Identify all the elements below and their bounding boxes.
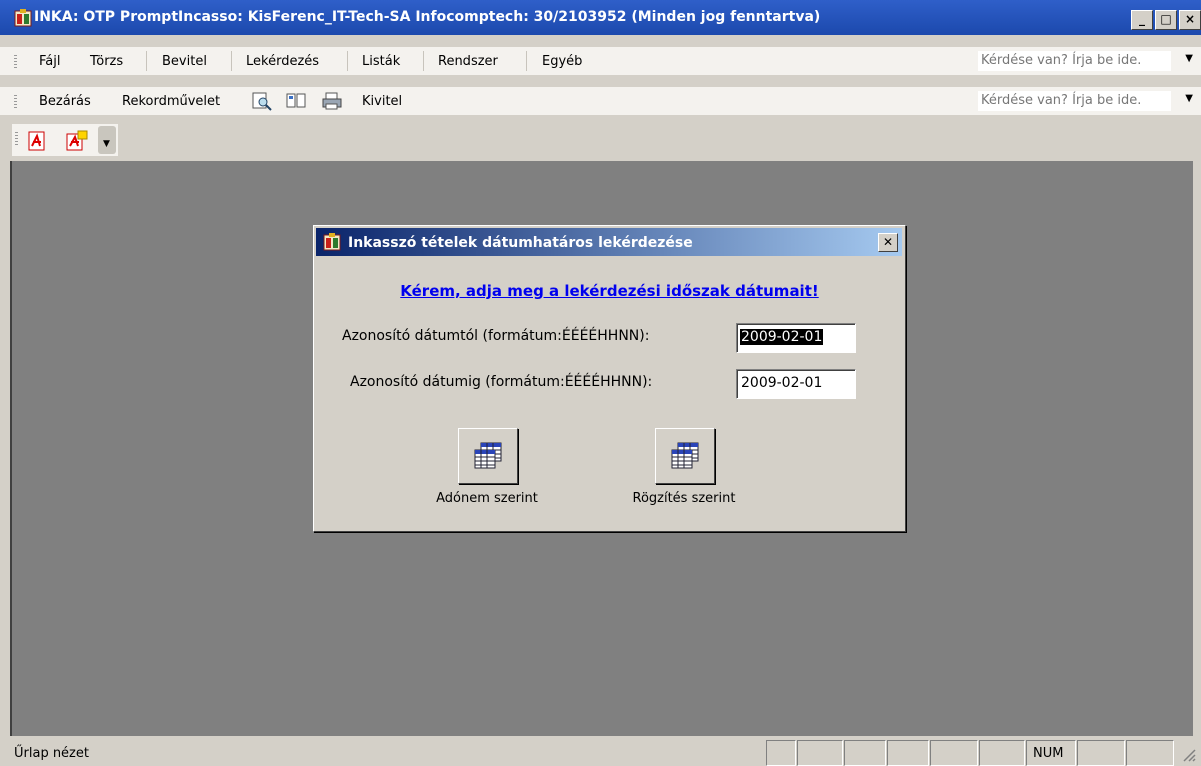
toolbar-grip-icon[interactable] — [14, 95, 17, 109]
by-tax-type-button[interactable] — [458, 428, 518, 484]
toolbar-options-icon[interactable]: ▼ — [98, 126, 116, 154]
from-date-input[interactable]: 2009-02-01 — [736, 323, 856, 353]
menu-bar: Fájl Törzs Bevitel Lekérdezés Listák Ren… — [0, 47, 1201, 75]
maximize-button[interactable]: □ — [1155, 10, 1177, 30]
by-tax-type-label: Adónem szerint — [436, 491, 538, 506]
status-cell — [887, 740, 929, 766]
menu-listak[interactable]: Listák — [362, 54, 400, 69]
pdf-toolbar: ▼ — [12, 124, 118, 156]
status-bar: Űrlap nézet NUM — [0, 738, 1201, 766]
pdf-toolbar-grip-icon[interactable] — [15, 132, 18, 146]
dialog-prompt: Kérem, adja meg a lekérdezési időszak dá… — [400, 282, 819, 300]
status-cell — [766, 740, 796, 766]
help-dropdown-icon[interactable]: ▼ — [1185, 93, 1193, 104]
dialog-crest-icon — [323, 233, 341, 251]
print-preview-icon[interactable] — [251, 91, 273, 111]
menubar-grip-icon[interactable] — [14, 55, 17, 69]
menu-file[interactable]: Fájl — [39, 54, 60, 69]
date-range-dialog: Inkasszó tételek dátumhatáros lekérdezés… — [313, 225, 906, 532]
to-date-value: 2009-02-01 — [741, 375, 823, 391]
status-cell — [1126, 740, 1174, 766]
record-operations-button[interactable]: Rekordművelet — [122, 94, 220, 109]
from-date-label: Azonosító dátumtól (formátum:ÉÉÉÉHHNN): — [342, 328, 650, 344]
dialog-title: Inkasszó tételek dátumhatáros lekérdezés… — [348, 235, 693, 251]
status-cell — [1077, 740, 1125, 766]
two-pages-icon[interactable] — [285, 91, 307, 111]
menu-bevitel[interactable]: Bevitel — [162, 54, 207, 69]
window-title: INKA: OTP PromptIncasso: KisFerenc_IT-Te… — [34, 9, 821, 25]
window-titlebar: INKA: OTP PromptIncasso: KisFerenc_IT-Te… — [0, 0, 1201, 35]
close-button[interactable]: × — [1179, 10, 1201, 30]
help-dropdown-icon[interactable]: ▼ — [1185, 53, 1193, 64]
status-cell — [979, 740, 1025, 766]
dialog-close-button[interactable]: ✕ — [878, 233, 898, 252]
app-crest-icon — [14, 9, 32, 27]
print-icon[interactable] — [321, 91, 343, 111]
to-date-label: Azonosító dátumig (formátum:ÉÉÉÉHHNN): — [350, 374, 653, 390]
export-button[interactable]: Kivitel — [362, 94, 402, 109]
minimize-button[interactable]: _ — [1131, 10, 1153, 30]
by-entry-button[interactable] — [655, 428, 715, 484]
help-search-input-2[interactable]: Kérdése van? Írja be ide. — [978, 91, 1171, 111]
table-icon — [474, 442, 502, 469]
menu-separator — [231, 51, 232, 71]
resize-grip-icon[interactable] — [1180, 746, 1196, 762]
menu-separator — [146, 51, 147, 71]
status-text: Űrlap nézet — [14, 746, 89, 761]
status-cell — [844, 740, 886, 766]
num-lock-text: NUM — [1033, 746, 1064, 761]
num-lock-indicator: NUM — [1026, 740, 1076, 766]
help-search-input[interactable]: Kérdése van? Írja be ide. — [978, 51, 1171, 71]
menu-rendszer[interactable]: Rendszer — [438, 54, 498, 69]
status-cell — [797, 740, 843, 766]
menu-separator — [347, 51, 348, 71]
close-form-button[interactable]: Bezárás — [39, 94, 91, 109]
menu-separator — [423, 51, 424, 71]
menu-egyeb[interactable]: Egyéb — [542, 54, 582, 69]
to-date-input[interactable]: 2009-02-01 — [736, 369, 856, 399]
menu-lekerdezes[interactable]: Lekérdezés — [246, 54, 319, 69]
by-entry-label: Rögzítés szerint — [632, 491, 736, 506]
form-toolbar: Bezárás Rekordművelet Kivitel Kérdése va… — [0, 87, 1201, 115]
menu-torzs[interactable]: Törzs — [90, 54, 123, 69]
menu-separator — [526, 51, 527, 71]
pdf-options-icon[interactable] — [64, 130, 88, 152]
pdf-icon[interactable] — [26, 130, 48, 152]
from-date-value: 2009-02-01 — [740, 329, 824, 345]
table-icon — [671, 442, 699, 469]
dialog-titlebar: Inkasszó tételek dátumhatáros lekérdezés… — [316, 228, 902, 256]
status-cell — [930, 740, 978, 766]
